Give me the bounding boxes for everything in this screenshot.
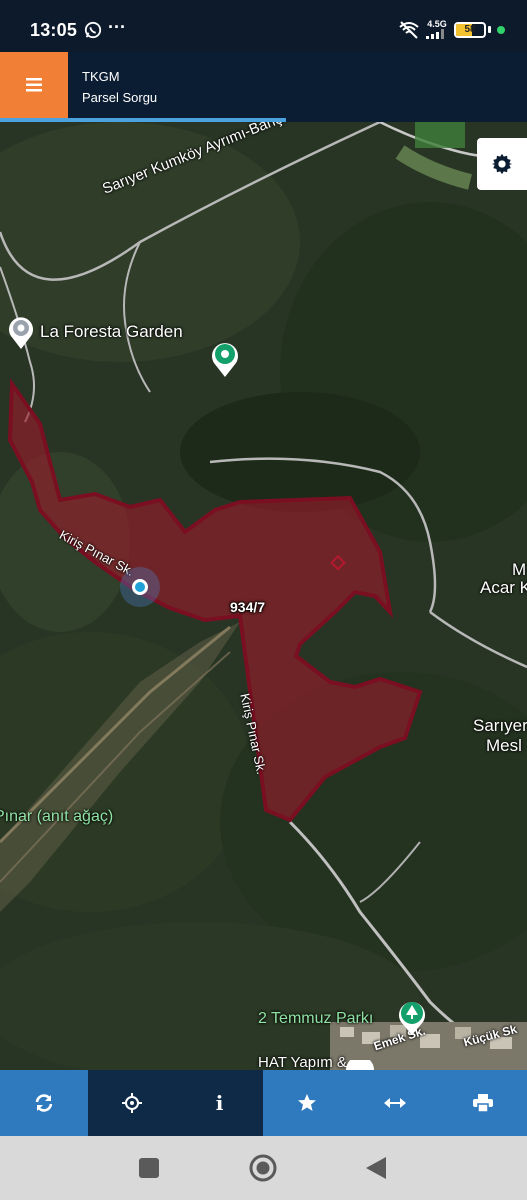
system-nav-bar [0,1136,527,1200]
status-bar: 13:05 ··· 4.5G 58 [0,0,527,52]
current-location-icon [120,567,160,607]
poi-label-sariyer-2: Mesl [486,736,522,755]
garden-marker-icon[interactable] [6,314,36,350]
print-icon [473,1094,494,1112]
menu-button[interactable] [0,52,68,118]
gear-icon [491,153,513,175]
map-pin-icon[interactable] [208,338,242,378]
status-dot [497,25,505,34]
refresh-icon [35,1094,53,1112]
refresh-button[interactable] [0,1070,88,1136]
info-button[interactable]: i [175,1070,264,1136]
app-header: TKGM Parsel Sorgu [0,52,527,118]
status-time: 13:05 [30,20,78,40]
wifi-off-icon [399,20,419,39]
favorites-button[interactable] [263,1070,352,1136]
bottom-toolbar: i [0,1070,527,1136]
parcel-id-label: 934/7 [230,599,266,615]
map-view[interactable]: Sarıyer Kumköy Ayrımı-Bahçeköy Yolu La F… [0,122,527,1070]
poi-label-acar-2: Acar K [480,578,527,597]
battery-indicator: 58 [454,21,486,38]
network-type: 4.5G [427,19,447,29]
tree-icon[interactable] [396,998,428,1036]
poi-label-hat: HAT Yapım & [258,1054,347,1070]
crosshair-icon [121,1093,142,1113]
back-icon[interactable] [366,1157,386,1179]
app-title: TKGM [82,69,120,84]
signal-icon [426,29,444,39]
poi-label-sariyer-1: Sarıyer [473,716,527,735]
info-icon: i [215,1091,224,1115]
notification-more: ··· [108,17,126,37]
star-icon [298,1094,317,1111]
satellite-map [0,122,527,1070]
app-subtitle: Parsel Sorgu [82,90,158,105]
measure-button[interactable] [351,1070,440,1136]
whatsapp-icon [84,21,102,39]
home-icon[interactable] [249,1154,277,1182]
poi-label-acar-1: M [512,560,527,579]
arrows-horizontal-icon [384,1098,407,1108]
settings-button[interactable] [477,138,527,190]
locate-button[interactable] [87,1070,176,1136]
poi-label-garden: La Foresta Garden [40,322,183,341]
recent-apps-icon[interactable] [139,1158,159,1178]
print-button[interactable] [439,1070,527,1136]
park-label: 2 Temmuz Parkı [258,1010,374,1027]
poi-partial-icon[interactable] [344,1060,376,1070]
hamburger-icon [26,78,42,92]
tree-label: Pınar (anıt ağaç) [0,808,114,825]
